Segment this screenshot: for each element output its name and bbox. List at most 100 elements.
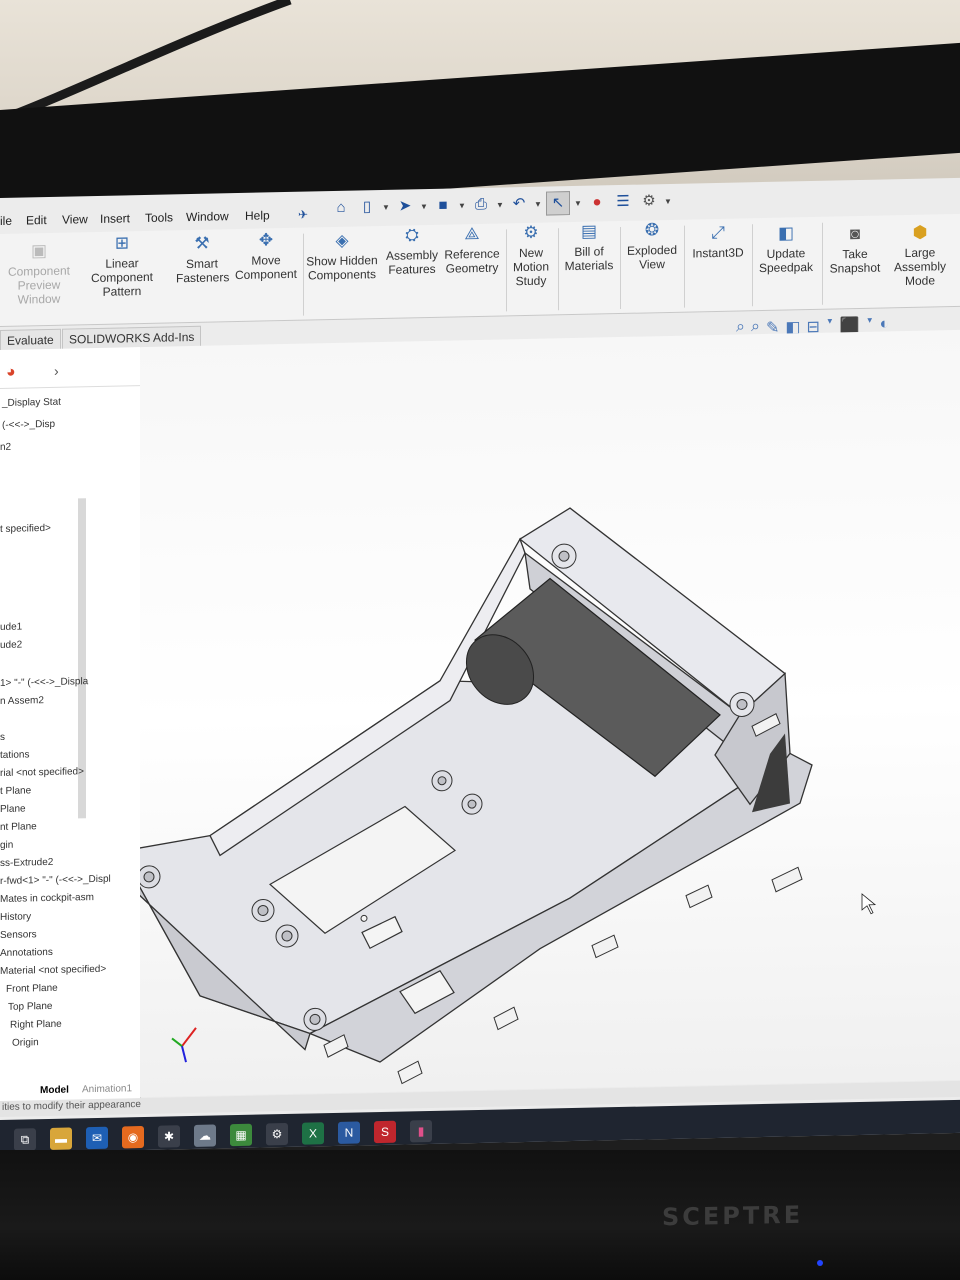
chevron-down-icon[interactable]: ▼ (534, 199, 542, 208)
tree-item[interactable]: n2 (0, 442, 11, 453)
tree-item[interactable]: Mates in cockpit-asm (0, 892, 94, 905)
component-preview-window-label: Component Preview Window (7, 263, 71, 307)
instant3d-icon: ⤢ (711, 222, 725, 243)
tree-item[interactable]: ude2 (0, 640, 22, 651)
tree-item[interactable]: tations (0, 749, 29, 761)
chevron-down-icon[interactable]: ▼ (574, 198, 582, 207)
graphics-area[interactable] (109, 329, 960, 1098)
new-document-icon[interactable]: ▯ (356, 196, 378, 218)
chevron-down-icon[interactable]: ▼ (664, 196, 672, 205)
menu-file[interactable]: ile (0, 214, 12, 228)
smart-fasteners-button[interactable]: ⚒ Smart Fasteners (176, 233, 229, 286)
menu-window[interactable]: Window (186, 209, 229, 224)
part-model (109, 507, 877, 1085)
bill-of-materials-button[interactable]: ▤ Bill of Materials (562, 221, 616, 273)
tab-animation[interactable]: Animation1 (82, 1083, 132, 1095)
menu-tools[interactable]: Tools (145, 210, 173, 225)
tree-item[interactable]: t specified> (0, 523, 51, 535)
ribbon-separator (558, 228, 559, 311)
move-component-label: Move Component (234, 253, 298, 283)
new-motion-study-label: New Motion Study (512, 245, 550, 289)
large-assembly-icon: ⬢ (912, 222, 928, 242)
gear-icon[interactable]: ⚙ (638, 190, 660, 212)
component-preview-icon: ▣ (30, 241, 48, 261)
notepad-icon[interactable]: ▦ (230, 1123, 252, 1147)
tree-item[interactable]: r-fwd<1> "-" (-<<->_Displ (0, 874, 111, 887)
file-explorer-icon[interactable]: ▬ (50, 1127, 72, 1150)
tree-header: ◕ › (0, 355, 140, 389)
tree-item[interactable]: Origin (12, 1037, 39, 1049)
app-n-icon[interactable]: N (338, 1121, 360, 1144)
tree-item[interactable]: nt Plane (0, 821, 37, 833)
undo-icon[interactable]: ↶ (508, 193, 530, 215)
tree-item[interactable]: 1> "-" (-<<->_Displa (0, 676, 88, 689)
solidworks-icon[interactable]: S (374, 1120, 396, 1144)
outlook-icon[interactable]: ✉ (86, 1126, 108, 1150)
firefox-icon[interactable]: ◉ (122, 1125, 144, 1149)
chevron-down-icon[interactable]: ▼ (420, 202, 428, 211)
tree-item[interactable]: rial <not specified> (0, 766, 84, 779)
save-icon[interactable]: ■ (432, 194, 454, 216)
show-hidden-components-button[interactable]: ◈ Show Hidden Components (306, 230, 378, 283)
new-motion-study-button[interactable]: ⚙ New Motion Study (508, 222, 554, 288)
tree-item[interactable]: _Display Stat (2, 397, 61, 409)
tree-item[interactable]: Annotations (0, 947, 53, 959)
excel-icon[interactable]: X (302, 1122, 324, 1145)
menu-insert[interactable]: Insert (100, 211, 130, 226)
tree-item[interactable]: Plane (0, 803, 26, 815)
settings-icon[interactable]: ⚙ (266, 1122, 288, 1146)
chevron-down-icon[interactable]: ▼ (382, 202, 390, 211)
exploded-view-label: Exploded View (626, 242, 678, 272)
open-icon[interactable]: ➤ (394, 195, 416, 217)
home-icon[interactable]: ⌂ (330, 197, 352, 219)
tree-item[interactable]: ss-Extrude2 (0, 857, 53, 869)
tree-item[interactable]: Top Plane (8, 1001, 52, 1013)
stats-app-icon[interactable]: ▮ (410, 1119, 432, 1143)
speedpak-icon: ◧ (777, 223, 795, 243)
display-manager-icon[interactable]: ◕ (6, 364, 16, 382)
take-snapshot-button[interactable]: ◙ Take Snapshot (826, 223, 884, 276)
tree-item[interactable]: (-<<->_Disp (2, 419, 55, 431)
tree-item[interactable]: Right Plane (10, 1019, 62, 1031)
tree-item[interactable]: n Assem2 (0, 695, 44, 707)
tree-item[interactable]: s (0, 732, 5, 743)
motion-study-icon: ⚙ (523, 222, 539, 243)
print-icon[interactable]: ⎙ (470, 194, 492, 216)
instant3d-button[interactable]: ⤢ Instant3D (688, 222, 748, 261)
tree-item[interactable]: Material <not specified> (0, 964, 106, 977)
tree-item[interactable]: Front Plane (6, 983, 58, 995)
tree-item[interactable]: gin (0, 840, 13, 851)
tab-model[interactable]: Model (40, 1085, 69, 1097)
chevron-down-icon[interactable]: ▼ (496, 200, 504, 209)
file-properties-icon[interactable]: ☰ (612, 191, 634, 213)
assembly-features-button[interactable]: ⛭ Assembly Features (384, 225, 440, 277)
reference-geometry-button[interactable]: ⟁ Reference Geometry (442, 223, 502, 276)
tree-item[interactable]: History (0, 911, 31, 923)
menu-edit[interactable]: Edit (26, 213, 47, 227)
bill-of-materials-icon: ▤ (580, 221, 598, 241)
tree-item[interactable]: Sensors (0, 929, 37, 941)
menu-view[interactable]: View (62, 212, 88, 227)
reference-geometry-icon: ⟁ (464, 223, 480, 244)
task-view-icon[interactable]: ⧉ (14, 1128, 36, 1151)
camera-icon: ◙ (849, 223, 861, 244)
ribbon-separator (822, 222, 823, 305)
update-speedpak-button[interactable]: ◧ Update Speedpak (754, 223, 818, 275)
large-assembly-mode-button[interactable]: ⬢ Large Assembly Mode (888, 222, 952, 288)
menu-help[interactable]: Help (245, 208, 270, 223)
chevron-right-icon[interactable]: › (54, 363, 59, 379)
exploded-view-button[interactable]: ❂ Exploded View (624, 220, 680, 272)
component-preview-window-button[interactable]: ▣ Component Preview Window (6, 240, 72, 307)
select-cursor-icon[interactable]: ↖ (546, 191, 570, 216)
tools-icon[interactable]: ✱ (158, 1125, 180, 1148)
chevron-down-icon[interactable]: ▼ (458, 201, 466, 210)
traffic-light-icon[interactable]: ● (586, 191, 608, 213)
large-assembly-mode-label: Large Assembly Mode (893, 245, 946, 289)
pin-icon[interactable]: ✈ (298, 208, 308, 222)
cloud-app-icon[interactable]: ☁ (194, 1124, 216, 1147)
tree-item[interactable]: ude1 (0, 622, 22, 633)
move-component-button[interactable]: ✥ Move Component (234, 230, 298, 282)
exploded-view-icon: ❂ (644, 220, 660, 240)
tree-item[interactable]: t Plane (0, 785, 31, 797)
linear-component-pattern-button[interactable]: ⊞ Linear Component Pattern (74, 232, 170, 299)
